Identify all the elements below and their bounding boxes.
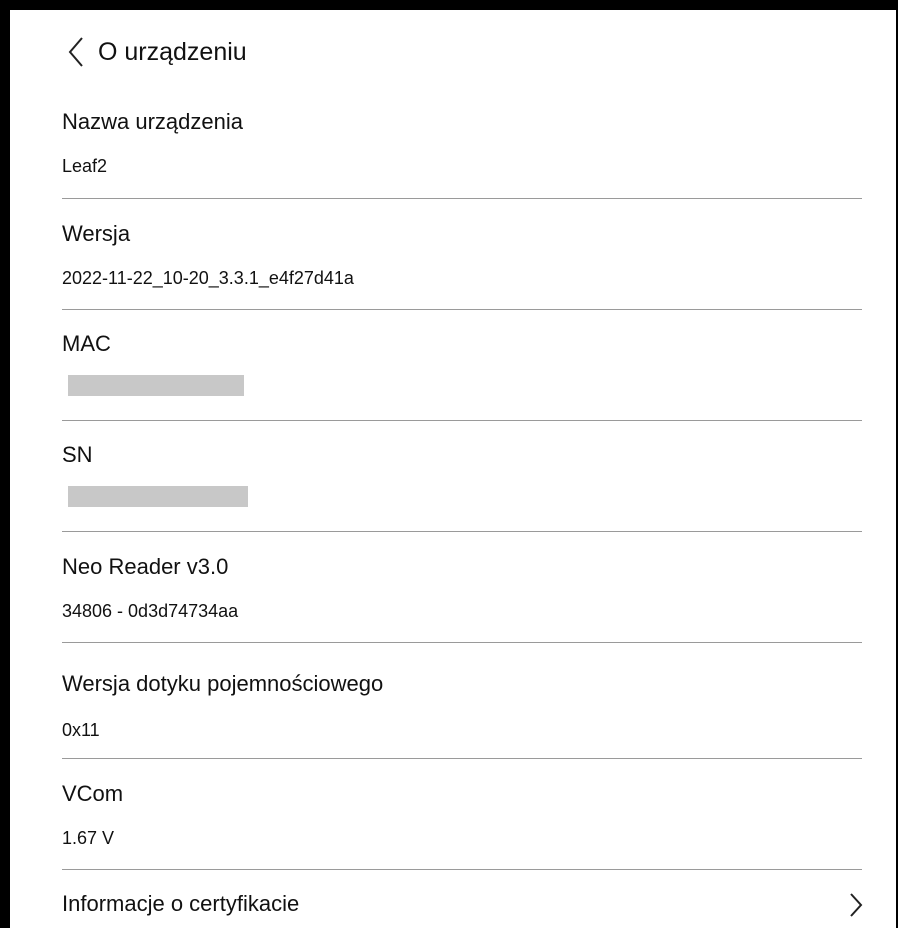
version-row: Wersja 2022-11-22_10-20_3.3.1_e4f27d41a (62, 220, 862, 300)
serial-number-label: SN (62, 442, 93, 467)
about-device-screen: O urządzeniu Nazwa urządzenia Leaf2 Wers… (10, 10, 896, 928)
neo-reader-row: Neo Reader v3.0 34806 - 0d3d74734aa (62, 553, 862, 633)
neo-reader-label: Neo Reader v3.0 (62, 554, 229, 579)
capacitive-touch-version-row: Wersja dotyku pojemnościowego 0x11 (62, 670, 862, 750)
divider (62, 531, 862, 532)
vcom-value: 1.67 V (62, 828, 115, 848)
serial-number-row: SN (62, 441, 862, 521)
chevron-right-icon (846, 890, 866, 920)
version-value: 2022-11-22_10-20_3.3.1_e4f27d41a (62, 268, 354, 288)
version-label: Wersja (62, 221, 131, 246)
divider (62, 869, 862, 870)
mac-value-redacted (68, 375, 244, 396)
capacitive-touch-version-value: 0x11 (62, 720, 100, 740)
divider (62, 309, 862, 310)
mac-row: MAC (62, 330, 862, 410)
device-name-label: Nazwa urządzenia (62, 109, 243, 134)
certification-info-label: Informacje o certyfikacie (62, 891, 300, 916)
serial-number-value-redacted (68, 486, 248, 507)
divider (62, 758, 862, 759)
certification-info-item[interactable]: Informacje o certyfikacie (62, 890, 863, 928)
mac-label: MAC (62, 331, 111, 356)
page-title: O urządzeniu (98, 38, 247, 66)
device-name-row: Nazwa urządzenia Leaf2 (62, 108, 862, 188)
divider (62, 198, 862, 199)
device-name-value: Leaf2 (62, 156, 108, 176)
divider (62, 420, 862, 421)
capacitive-touch-version-label: Wersja dotyku pojemnościowego (62, 671, 384, 696)
divider (62, 642, 862, 643)
vcom-row: VCom 1.67 V (62, 780, 862, 860)
neo-reader-value: 34806 - 0d3d74734aa (62, 601, 239, 621)
chevron-left-icon (68, 37, 83, 67)
vcom-label: VCom (62, 781, 124, 806)
back-button[interactable] (64, 32, 90, 72)
header: O urządzeniu (10, 10, 896, 94)
